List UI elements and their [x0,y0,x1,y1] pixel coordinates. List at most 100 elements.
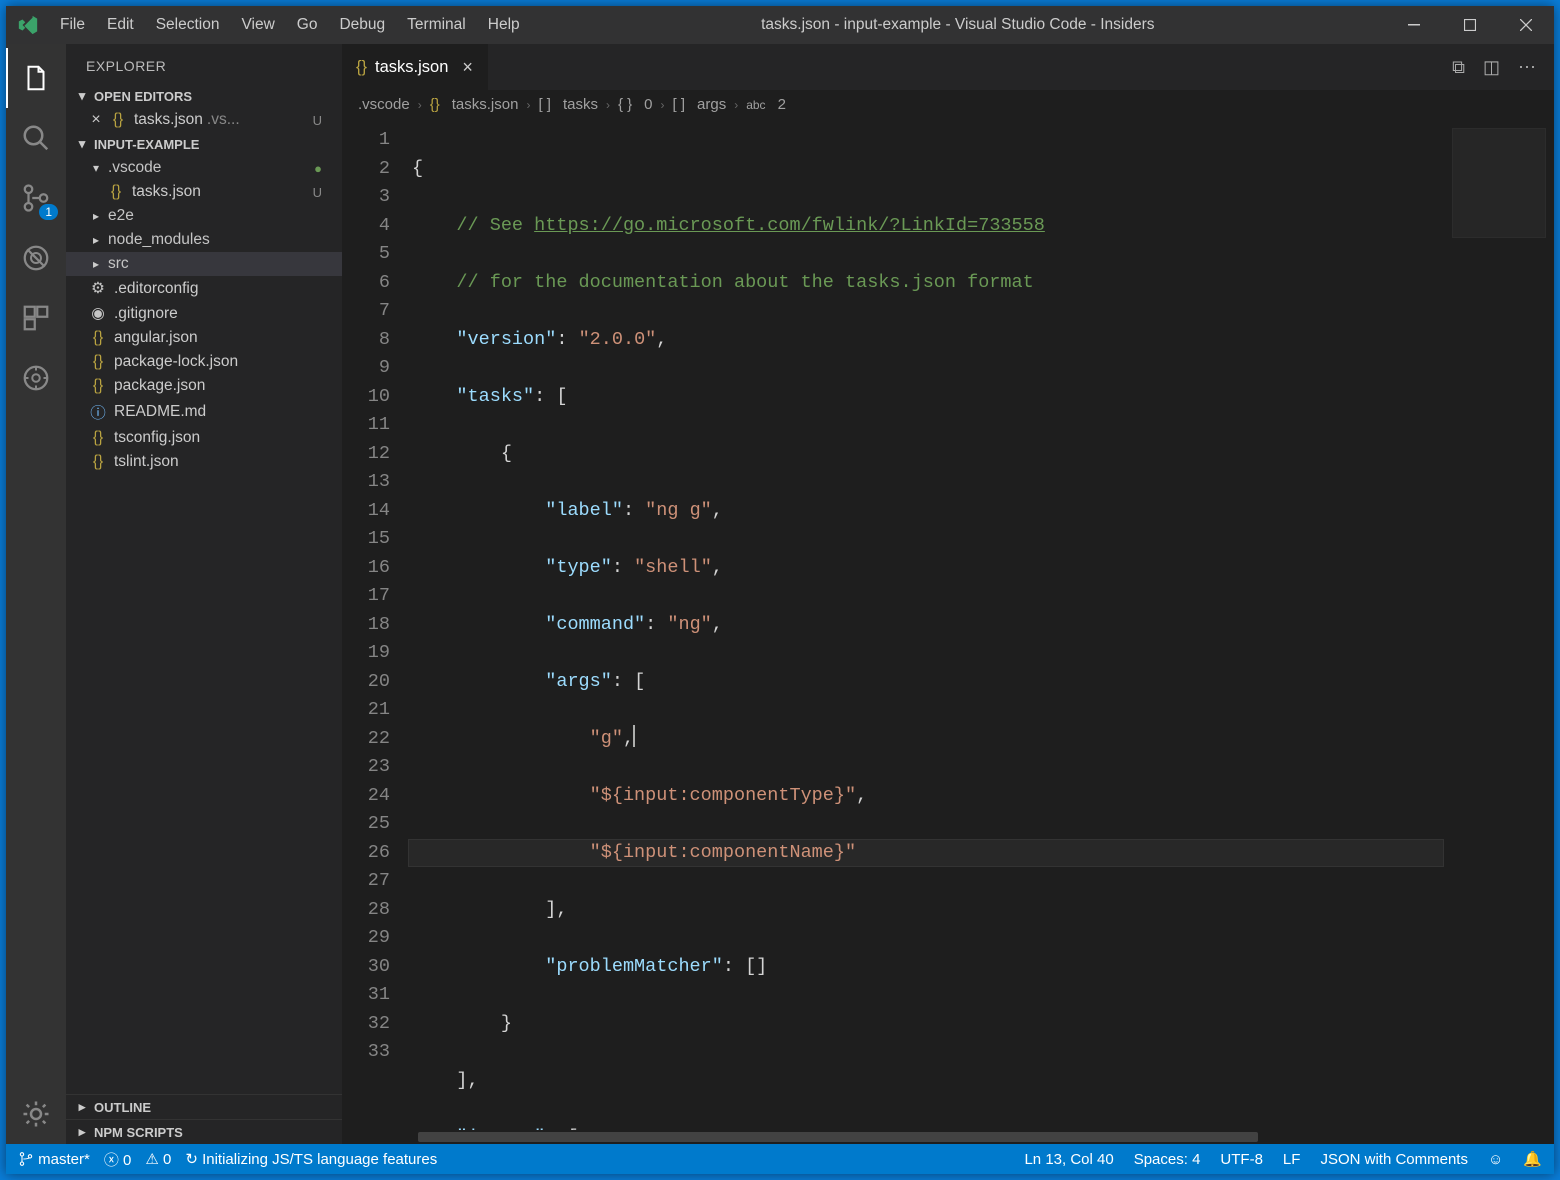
minimize-button[interactable] [1386,6,1442,44]
file-angular-json[interactable]: {} angular.json [66,326,342,350]
file-tslint-json[interactable]: {} tslint.json [66,450,342,474]
outline-header[interactable]: ▸ OUTLINE [66,1094,342,1119]
file-tasks-json[interactable]: {} tasks.json U [66,180,342,204]
menu-selection[interactable]: Selection [146,10,230,40]
code-editor[interactable]: 1234567891011121314151617181920212223242… [342,120,1554,1130]
menu-terminal[interactable]: Terminal [397,10,476,40]
window-title: tasks.json - input-example - Visual Stud… [530,16,1386,34]
activity-scm-icon[interactable]: 1 [6,168,66,228]
bc-args[interactable]: args [697,96,726,113]
chevron-down-icon: ▾ [74,88,90,104]
json-file-icon: {} [88,429,108,447]
encoding[interactable]: UTF-8 [1220,1151,1263,1168]
open-editor-path: .vs... [207,111,240,129]
chevron-right-icon: › [526,98,530,112]
json-file-icon: {} [108,111,128,129]
folder-vscode[interactable]: ▾ .vscode ● [66,156,342,180]
indentation[interactable]: Spaces: 4 [1134,1151,1201,1168]
project-label: INPUT-EXAMPLE [94,137,199,152]
close-icon[interactable]: × [462,57,473,78]
folder-node-modules[interactable]: ▸ node_modules [66,228,342,252]
branch-indicator[interactable]: master* [18,1151,90,1168]
minimap[interactable] [1444,120,1554,1130]
json-file-icon: {} [88,329,108,347]
open-editor-item[interactable]: × {} tasks.json .vs... U [66,108,342,132]
json-file-icon: {} [88,377,108,395]
status-init[interactable]: ↻ Initializing JS/TS language features [185,1150,437,1168]
tab-tasks-json[interactable]: {} tasks.json × [342,44,488,90]
errors-indicator[interactable]: ⓧ 0 [104,1149,132,1170]
menu-help[interactable]: Help [478,10,530,40]
editor-area: {} tasks.json × ⧉ ◫ ⋯ .vscode › {} tasks… [342,44,1554,1144]
activity-settings-icon[interactable] [6,1084,66,1144]
window-controls [1386,6,1554,44]
code-content[interactable]: { // See https://go.microsoft.com/fwlink… [408,120,1444,1130]
chevron-right-icon: ▸ [74,1124,90,1140]
file-tree: ▾ .vscode ● {} tasks.json U ▸ e2e ▸ node… [66,156,342,1094]
chevron-down-icon: ▾ [88,161,104,175]
file-label: README.md [114,403,206,421]
maximize-button[interactable] [1442,6,1498,44]
npm-scripts-header[interactable]: ▸ NPM SCRIPTS [66,1119,342,1144]
file-label: package-lock.json [114,353,238,371]
activity-explorer-icon[interactable] [6,48,66,108]
bc-leaf[interactable]: 2 [778,96,786,113]
info-icon: ⓘ [88,401,108,423]
line-gutter: 1234567891011121314151617181920212223242… [342,120,408,1130]
bc-index[interactable]: 0 [644,96,652,113]
activity-references-icon[interactable] [6,348,66,408]
project-header[interactable]: ▾ INPUT-EXAMPLE [66,132,342,156]
sidebar-title: EXPLORER [66,44,342,84]
more-actions-icon[interactable]: ⋯ [1518,57,1536,78]
npm-scripts-label: NPM SCRIPTS [94,1125,183,1140]
open-editors-header[interactable]: ▾ OPEN EDITORS [66,84,342,108]
close-icon[interactable]: × [88,111,104,129]
file-package-json[interactable]: {} package.json [66,374,342,398]
bc-vscode[interactable]: .vscode [358,96,410,113]
scrollbar-thumb[interactable] [418,1132,1258,1142]
open-editor-name: tasks.json [134,111,203,129]
activity-bar: 1 [6,44,66,1144]
menu-view[interactable]: View [231,10,284,40]
menu-edit[interactable]: Edit [97,10,144,40]
file-editorconfig[interactable]: ⚙ .editorconfig [66,276,342,301]
string-icon: abc [746,98,765,112]
bc-tasks[interactable]: tasks [563,96,598,113]
split-editor-icon[interactable]: ◫ [1483,57,1500,78]
outline-label: OUTLINE [94,1100,151,1115]
activity-extensions-icon[interactable] [6,288,66,348]
json-file-icon: {} [430,96,440,113]
file-tsconfig-json[interactable]: {} tsconfig.json [66,426,342,450]
folder-e2e[interactable]: ▸ e2e [66,204,342,228]
file-package-lock-json[interactable]: {} package-lock.json [66,350,342,374]
compare-changes-icon[interactable]: ⧉ [1452,57,1465,78]
language-mode[interactable]: JSON with Comments [1320,1151,1468,1168]
menu-go[interactable]: Go [287,10,328,40]
menu-debug[interactable]: Debug [329,10,395,40]
folder-src[interactable]: ▸ src [66,252,342,276]
close-button[interactable] [1498,6,1554,44]
activity-debug-icon[interactable] [6,228,66,288]
notifications-icon[interactable]: 🔔 [1523,1150,1542,1168]
json-file-icon: {} [356,58,367,77]
minimap-thumb[interactable] [1452,128,1546,238]
breadcrumbs[interactable]: .vscode › {} tasks.json › [ ] tasks › { … [342,90,1554,120]
file-label: tasks.json [132,183,201,201]
chevron-right-icon: ▸ [88,233,104,247]
folder-label: .vscode [108,159,161,177]
activity-search-icon[interactable] [6,108,66,168]
scm-badge: 1 [39,204,58,220]
warnings-indicator[interactable]: ⚠ 0 [145,1150,171,1168]
file-icon: ◉ [88,304,108,323]
bc-tasks-json[interactable]: tasks.json [452,96,519,113]
horizontal-scrollbar[interactable] [342,1130,1554,1144]
eol[interactable]: LF [1283,1151,1301,1168]
menu-file[interactable]: File [50,10,95,40]
file-readme-md[interactable]: ⓘ README.md [66,398,342,426]
gear-icon: ⚙ [88,279,108,298]
tabs-bar: {} tasks.json × ⧉ ◫ ⋯ [342,44,1554,90]
array-icon: [ ] [538,96,551,113]
feedback-icon[interactable]: ☺ [1488,1151,1503,1168]
cursor-position[interactable]: Ln 13, Col 40 [1024,1151,1113,1168]
file-gitignore[interactable]: ◉ .gitignore [66,301,342,326]
